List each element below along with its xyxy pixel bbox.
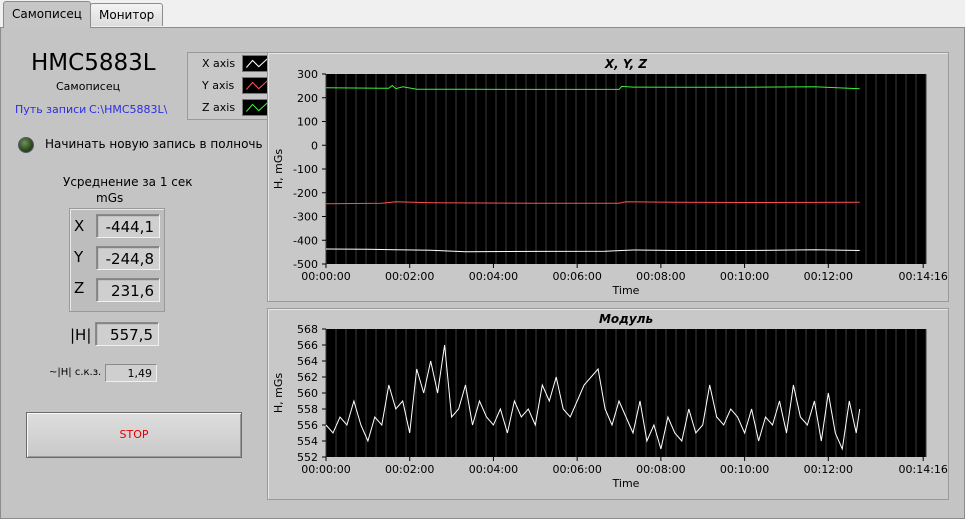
device-subtitle: Самописец bbox=[56, 80, 121, 93]
x-tick-label: 00:14:16 bbox=[899, 270, 948, 283]
y-tick-label: 100 bbox=[297, 116, 318, 129]
y-tick-label: -300 bbox=[293, 211, 318, 224]
plot-legend: X axis Y axis Z axis bbox=[187, 52, 279, 120]
tab-bar: Самописец Монитор bbox=[0, 0, 965, 28]
x-tick-label: 00:02:00 bbox=[385, 270, 434, 283]
y-tick-label: 0 bbox=[311, 139, 318, 152]
y-tick-label: 564 bbox=[297, 355, 318, 368]
x-tick-label: 00:10:00 bbox=[720, 463, 769, 476]
chart-title: Модуль bbox=[599, 312, 653, 326]
averaging-title: Усреднение за 1 сек bbox=[63, 175, 193, 189]
path-label: Путь записи bbox=[15, 103, 87, 116]
x-tick-label: 00:08:00 bbox=[636, 463, 685, 476]
y-tick-label: 554 bbox=[297, 435, 318, 448]
axis-x-letter: X bbox=[74, 217, 85, 235]
x-tick-label: 00:12:00 bbox=[804, 270, 853, 283]
y-axis-label: H, mGs bbox=[272, 149, 285, 190]
x-axis-label: Time bbox=[612, 477, 640, 490]
y-tick-label: 566 bbox=[297, 339, 318, 352]
y-tick-label: 200 bbox=[297, 92, 318, 105]
x-tick-label: 00:04:00 bbox=[469, 270, 518, 283]
tab-monitor-label: Монитор bbox=[99, 8, 155, 22]
legend-label-x: X axis bbox=[202, 57, 236, 70]
tab-recorder[interactable]: Самописец bbox=[3, 1, 91, 28]
x-tick-label: 00:12:00 bbox=[804, 463, 853, 476]
x-tick-label: 00:00:00 bbox=[301, 463, 350, 476]
x-value-display: -444,1 bbox=[96, 214, 160, 238]
axis-z-letter: Z bbox=[74, 279, 85, 297]
y-value-display: -244,8 bbox=[96, 246, 160, 270]
modulus-chart: Модуль56856656456256055855655455200:00:0… bbox=[272, 312, 948, 490]
y-tick-label: 568 bbox=[297, 323, 318, 336]
tab-monitor[interactable]: Монитор bbox=[90, 3, 164, 26]
y-tick-label: 556 bbox=[297, 419, 318, 432]
axis-y-letter: Y bbox=[74, 248, 84, 266]
legend-label-y: Y axis bbox=[202, 79, 235, 92]
rms-value-display: 1,49 bbox=[105, 364, 157, 382]
tab-recorder-label: Самописец bbox=[12, 7, 82, 21]
y-tick-label: 300 bbox=[297, 68, 318, 81]
averaging-unit: mGs bbox=[96, 191, 124, 205]
z-value-display: 231,6 bbox=[96, 278, 160, 302]
path-value: C:\HMC5883L\ bbox=[89, 103, 168, 116]
xyz-chart: X, Y, Z3002001000-100-200-300-400-50000:… bbox=[272, 57, 948, 297]
device-name: HMC5883L bbox=[31, 50, 156, 76]
y-tick-label: -100 bbox=[293, 163, 318, 176]
y-axis-label: H, mGs bbox=[272, 373, 285, 414]
chart-title: X, Y, Z bbox=[604, 57, 647, 71]
x-tick-label: 00:10:00 bbox=[720, 270, 769, 283]
x-tick-label: 00:14:16 bbox=[899, 463, 948, 476]
modulus-value-display: 557,5 bbox=[95, 322, 159, 346]
x-axis-label: Time bbox=[612, 284, 640, 297]
y-tick-label: 560 bbox=[297, 387, 318, 400]
x-tick-label: 00:06:00 bbox=[552, 270, 601, 283]
x-tick-label: 00:06:00 bbox=[552, 463, 601, 476]
modulus-chart-panel: Модуль 568 566 564 562 560 558 556 554 552 00:00:0… bbox=[267, 308, 949, 500]
x-tick-label: 00:02:00 bbox=[385, 463, 434, 476]
midnight-led-toggle[interactable] bbox=[18, 137, 34, 153]
y-tick-label: 562 bbox=[297, 371, 318, 384]
y-tick-label: -200 bbox=[293, 187, 318, 200]
axes-readout-group: X -444,1 Y -244,8 Z 231,6 bbox=[69, 208, 165, 312]
rms-label: ~|H| с.к.з. bbox=[49, 367, 102, 378]
x-tick-label: 00:00:00 bbox=[301, 270, 350, 283]
modulus-label: |H| bbox=[70, 326, 92, 344]
y-tick-label: 558 bbox=[297, 403, 318, 416]
x-tick-label: 00:04:00 bbox=[469, 463, 518, 476]
x-tick-label: 00:08:00 bbox=[636, 270, 685, 283]
recorder-panel: HMC5883L Самописец Путь записи C:\HMC588… bbox=[0, 27, 965, 519]
y-tick-label: -400 bbox=[293, 234, 318, 247]
midnight-label: Начинать новую запись в полночь bbox=[45, 137, 263, 151]
xyz-chart-panel: X, Y, Z 300 200 100 0 -100 -200 -300 -400 -500 00:… bbox=[267, 52, 949, 302]
legend-label-z: Z axis bbox=[202, 101, 236, 114]
stop-button[interactable]: STOP bbox=[26, 412, 242, 458]
